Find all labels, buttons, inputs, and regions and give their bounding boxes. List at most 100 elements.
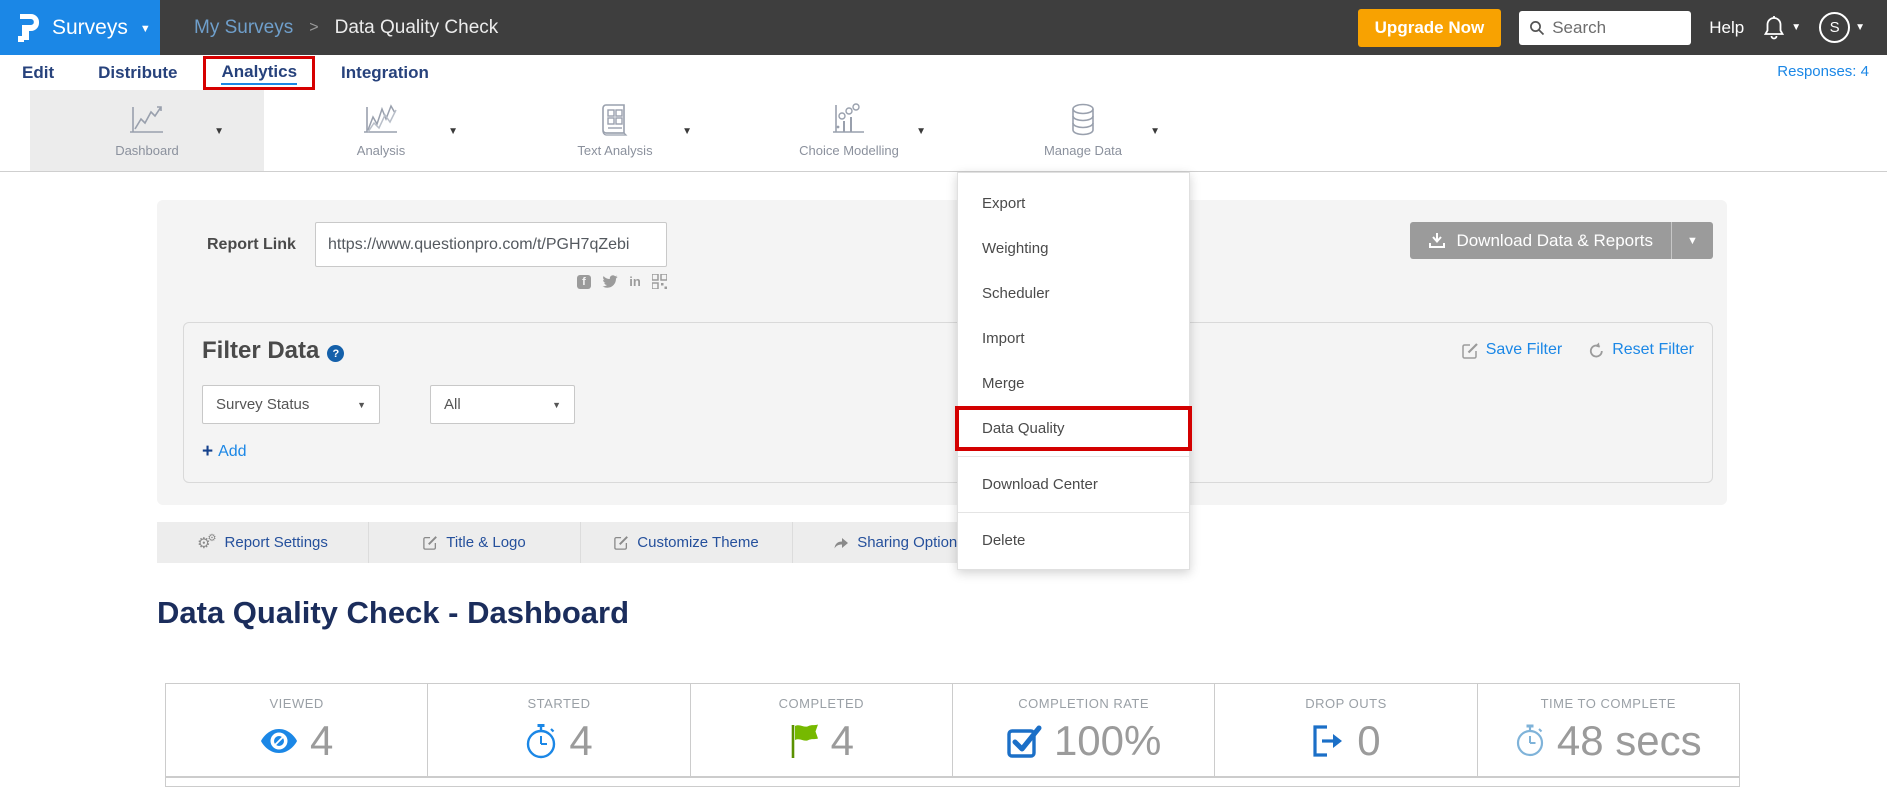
chevron-down-icon[interactable]: ▼ (682, 126, 692, 137)
menu-item-download-center[interactable]: Download Center (958, 462, 1189, 507)
timer-icon (1515, 724, 1545, 758)
facebook-icon[interactable]: f (577, 275, 591, 289)
chevron-down-icon: ▼ (1855, 22, 1865, 33)
menu-item-export[interactable]: Export (958, 181, 1189, 226)
chevron-down-icon[interactable]: ▼ (214, 126, 224, 137)
menu-divider (958, 512, 1189, 513)
filter-field-select[interactable]: Survey Status ▼ (202, 385, 380, 424)
tab-analytics-highlight-box[interactable]: Analytics (203, 56, 315, 90)
stat-label: VIEWED (270, 696, 324, 711)
qr-code-icon[interactable] (652, 274, 667, 289)
undo-icon (1588, 342, 1605, 359)
toolbar-item-analysis[interactable]: ▼ Analysis (264, 90, 498, 171)
surveys-menu[interactable]: Surveys ▼ (0, 0, 160, 55)
sharing-options-label: Sharing Options (857, 534, 965, 551)
report-settings-button[interactable]: ⚙⚙ Report Settings (157, 522, 369, 563)
breadcrumb-my-surveys[interactable]: My Surveys (194, 17, 293, 39)
customize-theme-label: Customize Theme (637, 534, 758, 551)
stat-label: COMPLETION RATE (1018, 696, 1149, 711)
twitter-icon[interactable] (602, 275, 618, 289)
filter-value-value: All (444, 396, 461, 413)
chevron-down-icon: ▼ (357, 400, 366, 410)
tab-integration[interactable]: Integration (341, 63, 429, 83)
stat-label: TIME TO COMPLETE (1541, 696, 1676, 711)
stat-value: 48 secs (1557, 717, 1702, 765)
stat-time-to-complete: TIME TO COMPLETE 48 secs (1478, 684, 1739, 776)
scatter-chart-icon (830, 99, 868, 141)
title-logo-button[interactable]: Title & Logo (369, 522, 581, 563)
chevron-down-icon: ▼ (140, 23, 151, 35)
database-icon (1069, 99, 1097, 141)
save-filter-label: Save Filter (1486, 341, 1562, 359)
exit-icon (1311, 724, 1345, 758)
share-arrow-icon (833, 535, 849, 550)
chevron-down-icon: ▼ (552, 400, 561, 410)
menu-item-data-quality[interactable]: Data Quality (955, 406, 1192, 451)
menu-item-weighting[interactable]: Weighting (958, 226, 1189, 271)
stat-completed: COMPLETED 4 (691, 684, 953, 776)
report-overview-panel: Report Link f in (157, 200, 1727, 505)
account-menu[interactable]: S ▼ (1819, 12, 1865, 43)
checkbox-icon (1006, 723, 1042, 759)
chevron-down-icon[interactable]: ▼ (448, 126, 458, 137)
menu-divider (958, 456, 1189, 457)
chevron-down-icon[interactable]: ▼ (916, 126, 926, 137)
product-name: Surveys (52, 16, 128, 40)
filter-data-title: Filter Data (202, 337, 319, 365)
menu-item-delete[interactable]: Delete (958, 518, 1189, 563)
download-dropdown-caret[interactable]: ▼ (1671, 222, 1713, 259)
stat-value: 4 (569, 717, 592, 765)
page-title: Data Quality Check - Dashboard (157, 595, 629, 631)
search-box[interactable] (1519, 11, 1691, 45)
toolbar-item-dashboard[interactable]: ▼ Dashboard (30, 90, 264, 171)
filter-value-select[interactable]: All ▼ (430, 385, 575, 424)
survey-stats-bar: VIEWED 4 STARTED (165, 683, 1740, 777)
stat-label: DROP OUTS (1305, 696, 1387, 711)
stat-label: STARTED (528, 696, 591, 711)
save-filter-button[interactable]: Save Filter (1462, 341, 1562, 359)
toolbar-item-choice-modelling[interactable]: ▼ Choice Modelling (732, 90, 966, 171)
flag-icon (789, 723, 819, 759)
line-chart-icon (127, 99, 167, 141)
upgrade-now-button[interactable]: Upgrade Now (1358, 9, 1502, 47)
search-input[interactable] (1552, 18, 1672, 38)
stat-drop-outs: DROP OUTS 0 (1215, 684, 1477, 776)
search-icon (1529, 20, 1545, 36)
toolbar-item-text-analysis[interactable]: ▼ Text Analysis (498, 90, 732, 171)
avatar: S (1819, 12, 1850, 43)
report-settings-row: ⚙⚙ Report Settings Title & Logo Customiz… (157, 522, 1005, 563)
reset-filter-button[interactable]: Reset Filter (1588, 341, 1694, 359)
header-actions: Upgrade Now Help ▼ S ▼ (1358, 0, 1887, 55)
title-logo-label: Title & Logo (446, 534, 526, 551)
edit-square-icon (1462, 342, 1479, 359)
linkedin-icon[interactable]: in (629, 274, 641, 289)
tab-distribute[interactable]: Distribute (98, 63, 177, 83)
edit-square-icon (614, 535, 629, 550)
toolbar-item-manage-data[interactable]: ▼ Manage Data (966, 90, 1200, 171)
document-grid-icon (600, 99, 630, 141)
menu-item-import[interactable]: Import (958, 316, 1189, 361)
stat-viewed: VIEWED 4 (166, 684, 428, 776)
tab-edit[interactable]: Edit (22, 63, 54, 83)
help-link[interactable]: Help (1709, 18, 1744, 38)
chevron-down-icon[interactable]: ▼ (1150, 126, 1160, 137)
download-icon (1428, 232, 1446, 249)
help-circle-icon[interactable]: ? (327, 345, 344, 362)
questionpro-logo-icon (16, 12, 40, 44)
toolbar-label: Dashboard (115, 143, 179, 158)
notifications-menu[interactable]: ▼ (1762, 15, 1801, 41)
add-filter-label: Add (218, 443, 246, 461)
menu-item-merge[interactable]: Merge (958, 361, 1189, 406)
bell-icon (1762, 15, 1786, 41)
breadcrumb-current-survey: Data Quality Check (335, 17, 499, 39)
download-data-reports-button[interactable]: Download Data & Reports ▼ (1410, 222, 1713, 259)
report-link-label: Report Link (207, 236, 296, 254)
tab-analytics[interactable]: Analytics (221, 62, 297, 85)
add-filter-button[interactable]: + Add (202, 441, 247, 463)
top-header: Surveys ▼ My Surveys > Data Quality Chec… (0, 0, 1887, 55)
multi-line-chart-icon (361, 99, 401, 141)
menu-item-scheduler[interactable]: Scheduler (958, 271, 1189, 316)
customize-theme-button[interactable]: Customize Theme (581, 522, 793, 563)
gears-icon: ⚙⚙ (197, 534, 216, 552)
report-link-input[interactable] (315, 222, 667, 267)
